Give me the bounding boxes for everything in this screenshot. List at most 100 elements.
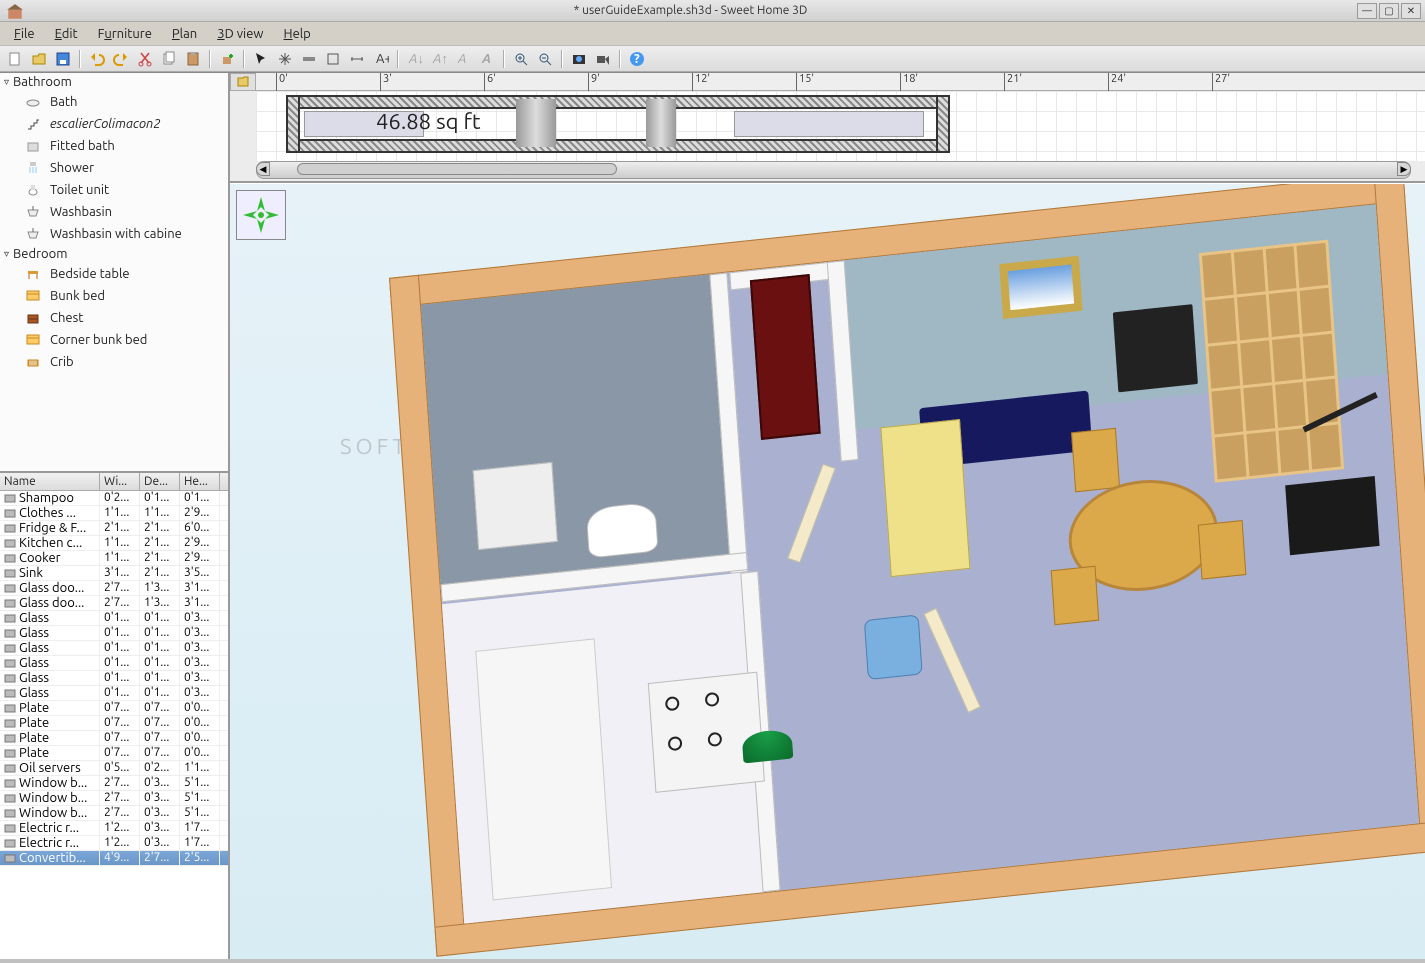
video-icon[interactable] xyxy=(592,49,614,69)
table-row[interactable]: Glass0'1...0'1...0'3... xyxy=(0,611,228,626)
save-icon[interactable] xyxy=(52,49,74,69)
col-height[interactable]: He... xyxy=(180,473,220,490)
catalog-item[interactable]: Washbasin xyxy=(0,201,228,223)
menu-help[interactable]: Help xyxy=(276,25,319,43)
catalog-item[interactable]: Bunk bed xyxy=(0,285,228,307)
catalog-category[interactable]: ▿ Bathroom xyxy=(0,73,228,91)
minimize-button[interactable]: — xyxy=(1357,3,1377,19)
plan-door[interactable] xyxy=(646,99,676,147)
col-depth[interactable]: De... xyxy=(140,473,180,490)
table-row[interactable]: Window b...2'7...0'3...5'1... xyxy=(0,791,228,806)
ruler-corner[interactable] xyxy=(230,73,256,91)
plan-scrollbar[interactable]: ◀ ▶ xyxy=(256,161,1411,179)
table-row[interactable]: Sink3'1...2'1...3'5... xyxy=(0,566,228,581)
row-height: 1'7... xyxy=(180,836,220,850)
catalog-item[interactable]: Toilet unit xyxy=(0,179,228,201)
plan-door[interactable] xyxy=(516,99,556,147)
table-row[interactable]: Plate0'7...0'7...0'0... xyxy=(0,746,228,761)
plan-room[interactable] xyxy=(734,111,924,137)
catalog-item[interactable]: Chest xyxy=(0,307,228,329)
col-width[interactable]: Wi... xyxy=(100,473,140,490)
twisty-icon[interactable]: ▿ xyxy=(4,76,9,88)
table-row[interactable]: Glass0'1...0'1...0'3... xyxy=(0,626,228,641)
plan-wall[interactable] xyxy=(286,139,946,153)
table-row[interactable]: Oil servers0'5...0'2...1'1... xyxy=(0,761,228,776)
twisty-icon[interactable]: ▿ xyxy=(4,248,9,260)
catalog-item[interactable]: Shower xyxy=(0,157,228,179)
table-row[interactable]: Glass doo...2'7...1'3...3'1... xyxy=(0,581,228,596)
copy-icon[interactable] xyxy=(158,49,180,69)
text-icon[interactable]: A+ xyxy=(370,49,392,69)
furniture-catalog[interactable]: ▿ BathroomBathescalierColimacon2Fitted b… xyxy=(0,73,228,473)
table-row[interactable]: Electric r...1'2...0'3...1'7... xyxy=(0,821,228,836)
text-style-icon[interactable]: A xyxy=(452,49,474,69)
3d-compass[interactable] xyxy=(236,190,286,240)
zoom-in-icon[interactable] xyxy=(510,49,532,69)
plan-wall[interactable] xyxy=(286,95,946,109)
add-furniture-icon[interactable] xyxy=(216,49,238,69)
row-depth: 0'7... xyxy=(140,716,180,730)
table-row[interactable]: Glass doo...2'7...1'3...3'1... xyxy=(0,596,228,611)
table-row[interactable]: Plate0'7...0'7...0'0... xyxy=(0,716,228,731)
table-row[interactable]: Window b...2'7...0'3...5'1... xyxy=(0,776,228,791)
table-row[interactable]: Plate0'7...0'7...0'0... xyxy=(0,701,228,716)
table-row[interactable]: Glass0'1...0'1...0'3... xyxy=(0,671,228,686)
text-bigger-icon[interactable]: A↑ xyxy=(428,49,450,69)
table-header[interactable]: Name Wi... De... He... xyxy=(0,473,228,491)
catalog-item[interactable]: Bath xyxy=(0,91,228,113)
pan-icon[interactable] xyxy=(274,49,296,69)
plan-wall[interactable] xyxy=(936,95,950,153)
menu-furniture[interactable]: Furniture xyxy=(90,25,160,43)
wall-icon[interactable] xyxy=(298,49,320,69)
plan-view[interactable]: 0'3'6'9'12'15'18'21'24'27' 46.88 sq ft ◀… xyxy=(230,73,1425,183)
photo-icon[interactable] xyxy=(568,49,590,69)
table-row[interactable]: Fridge & F...2'1...2'1...6'0... xyxy=(0,521,228,536)
table-row[interactable]: Plate0'7...0'7...0'0... xyxy=(0,731,228,746)
paste-icon[interactable] xyxy=(182,49,204,69)
menu-file[interactable]: File xyxy=(6,25,43,43)
menu-3dview[interactable]: 3D view xyxy=(209,25,271,43)
table-body[interactable]: Shampoo0'2...0'1...0'1...Clothes ...1'1.… xyxy=(0,491,228,959)
table-row[interactable]: Electric r...1'2...0'3...1'7... xyxy=(0,836,228,851)
catalog-category[interactable]: ▿ Bedroom xyxy=(0,245,228,263)
table-row[interactable]: Glass0'1...0'1...0'3... xyxy=(0,641,228,656)
menu-edit[interactable]: Edit xyxy=(47,25,86,43)
cut-icon[interactable] xyxy=(134,49,156,69)
col-name[interactable]: Name xyxy=(0,473,100,490)
zoom-out-icon[interactable] xyxy=(534,49,556,69)
text-smaller-icon[interactable]: A↓ xyxy=(404,49,426,69)
catalog-item[interactable]: escalierColimacon2 xyxy=(0,113,228,135)
scroll-left-icon[interactable]: ◀ xyxy=(256,162,270,176)
catalog-item[interactable]: Bedside table xyxy=(0,263,228,285)
plan-wall[interactable] xyxy=(286,95,300,153)
menu-plan[interactable]: Plan xyxy=(164,25,205,43)
catalog-item[interactable]: Crib xyxy=(0,351,228,373)
undo-icon[interactable] xyxy=(86,49,108,69)
redo-icon[interactable] xyxy=(110,49,132,69)
maximize-button[interactable]: ▢ xyxy=(1379,3,1399,19)
catalog-item[interactable]: Fitted bath xyxy=(0,135,228,157)
room-icon[interactable] xyxy=(322,49,344,69)
close-button[interactable]: ✕ xyxy=(1401,3,1421,19)
table-row[interactable]: Clothes ...1'1...1'1...2'9... xyxy=(0,506,228,521)
new-icon[interactable] xyxy=(4,49,26,69)
open-icon[interactable] xyxy=(28,49,50,69)
table-row[interactable]: Shampoo0'2...0'1...0'1... xyxy=(0,491,228,506)
select-icon[interactable] xyxy=(250,49,272,69)
table-row[interactable]: Cooker1'1...2'1...2'9... xyxy=(0,551,228,566)
row-width: 2'7... xyxy=(100,776,140,790)
3d-view[interactable]: SOFTPEDIA xyxy=(230,183,1425,959)
scroll-right-icon[interactable]: ▶ xyxy=(1397,162,1411,176)
table-row[interactable]: Kitchen c...1'1...2'1...2'9... xyxy=(0,536,228,551)
help-icon[interactable]: ? xyxy=(626,49,648,69)
table-row[interactable]: Glass0'1...0'1...0'3... xyxy=(0,656,228,671)
table-row[interactable]: Convertib...4'9...2'7...2'5... xyxy=(0,851,228,866)
table-row[interactable]: Window b...2'7...0'3...5'1... xyxy=(0,806,228,821)
text-bold-icon[interactable]: A xyxy=(476,49,498,69)
floorplan-strip[interactable]: 46.88 sq ft xyxy=(256,91,1425,161)
table-row[interactable]: Glass0'1...0'1...0'3... xyxy=(0,686,228,701)
dimension-icon[interactable] xyxy=(346,49,368,69)
catalog-item[interactable]: Corner bunk bed xyxy=(0,329,228,351)
scroll-thumb[interactable] xyxy=(297,163,617,175)
catalog-item[interactable]: Washbasin with cabine xyxy=(0,223,228,245)
